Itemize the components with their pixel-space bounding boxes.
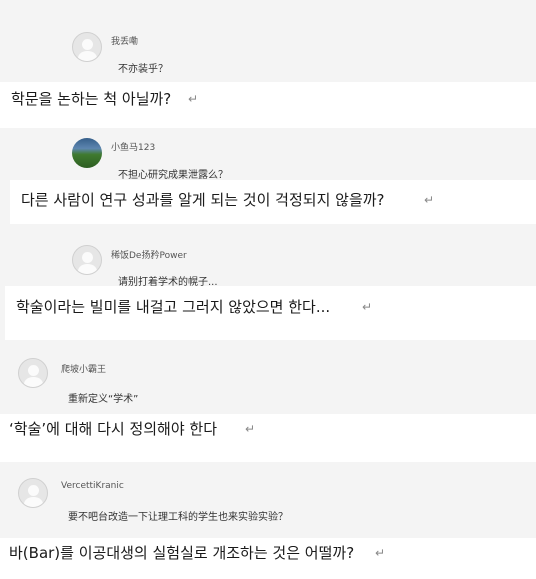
- return-mark: ↵: [245, 422, 256, 436]
- translation-text: ‘학술’에 대해 다시 정의해야 한다 ↵: [0, 414, 536, 462]
- return-mark: ↵: [424, 193, 435, 207]
- avatar[interactable]: [18, 478, 48, 508]
- return-mark: ↵: [188, 92, 199, 106]
- translation-text: 학문을 논하는 척 아닐까? ↵: [0, 82, 536, 128]
- avatar[interactable]: [18, 358, 48, 388]
- comment-text: 要不吧台改造一下让理工科的学生也来实验实验？: [68, 512, 288, 523]
- comment-card: [0, 462, 536, 538]
- avatar[interactable]: [72, 32, 102, 62]
- translation-text: 바(Bar)를 이공대생의 실험실로 개조하는 것은 어떨까? ↵: [0, 538, 536, 579]
- comment-username[interactable]: VercettiKranic: [61, 481, 124, 491]
- translation-label: 학술이라는 빌미를 내걸고 그러지 않았으면 한다...: [16, 298, 331, 316]
- translation-text: 학술이라는 빌미를 내걸고 그러지 않았으면 한다... ↵: [5, 286, 536, 340]
- comment-username[interactable]: 小鱼马123: [111, 140, 155, 153]
- translation-label: 다른 사람이 연구 성과를 알게 되는 것이 걱정되지 않을까?: [21, 191, 385, 209]
- comment-username[interactable]: 稀饭De扬矜Power: [111, 248, 187, 261]
- translation-label: 바(Bar)를 이공대생의 실험실로 개조하는 것은 어떨까?: [9, 544, 355, 562]
- translation-label: ‘학술’에 대해 다시 정의해야 한다: [9, 420, 218, 438]
- comment-username[interactable]: 爬坡小霸王: [61, 362, 106, 375]
- avatar[interactable]: [72, 245, 102, 275]
- translation-text: 다른 사람이 연구 성과를 알게 되는 것이 걱정되지 않을까? ↵: [10, 180, 536, 224]
- comment-text: 不亦装乎？: [118, 64, 168, 75]
- return-mark: ↵: [375, 546, 386, 560]
- comment-text: 重新定义“学术”: [68, 394, 139, 405]
- comment-text: 不担心研究成果泄露么？: [118, 170, 228, 181]
- translation-label: 학문을 논하는 척 아닐까?: [11, 90, 172, 108]
- return-mark: ↵: [362, 300, 373, 314]
- avatar[interactable]: [72, 138, 102, 168]
- comment-username[interactable]: 我丢嘞: [111, 34, 138, 47]
